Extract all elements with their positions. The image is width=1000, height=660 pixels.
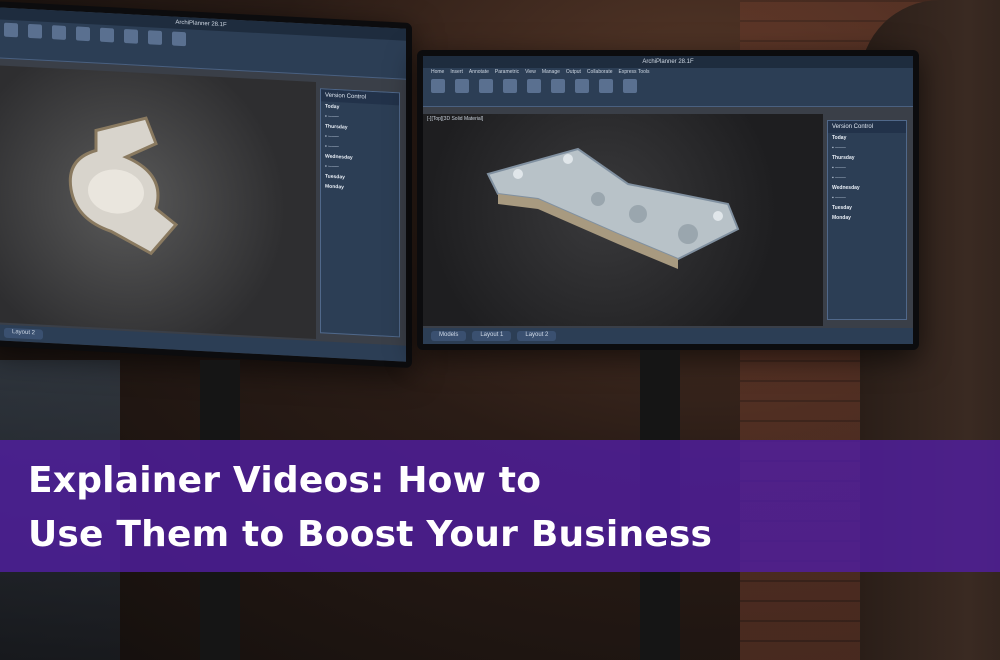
3d-bracket-model: [68, 116, 179, 256]
ribbon-tool-icon: [148, 30, 162, 45]
ribbon-tool-icon: [527, 79, 541, 93]
title-banner: Explainer Videos: How to Use Them to Boo…: [0, 440, 1000, 572]
headline-line-2: Use Them to Boost Your Business: [28, 514, 713, 555]
ribbon-tool-icon: [76, 26, 90, 42]
ribbon-tool-icon: [599, 79, 613, 93]
ribbon-tool-icon: [575, 79, 589, 93]
ribbon-tool-icon: [4, 22, 18, 38]
ribbon-tool-icon: [455, 79, 469, 93]
ribbon-tab-parametric[interactable]: Parametric: [495, 69, 519, 75]
viewport-label: [-][Top][3D Solid Material]: [427, 116, 484, 122]
version-item[interactable]: ▪ ───: [828, 173, 906, 183]
3d-metal-plate-model: [486, 147, 740, 269]
ribbon-tool-icon: [172, 31, 186, 47]
ribbon-tab-output[interactable]: Output: [566, 69, 581, 75]
version-group[interactable]: Wednesday: [828, 183, 906, 193]
version-item[interactable]: ▪ ───: [828, 163, 906, 173]
right-status-bar: Models Layout 1 Layout 2: [423, 328, 913, 344]
layout-2-tab[interactable]: Layout 2: [517, 331, 557, 341]
ribbon-tool-icon: [479, 79, 493, 93]
ribbon-tool-icon: [28, 23, 42, 39]
right-panel-title: Version Control: [828, 121, 906, 133]
left-monitor: ArchiPlanner 28.1F Version Control Today…: [0, 0, 412, 369]
ribbon-tool-icon: [503, 79, 517, 93]
models-tab[interactable]: Models: [431, 331, 467, 341]
ribbon-tool-icon: [52, 25, 66, 40]
right-version-control-panel: Version Control Today ▪ ─── Thursday ▪ ─…: [827, 120, 907, 320]
version-group[interactable]: Monday: [828, 213, 906, 223]
version-item[interactable]: ▪ ───: [828, 143, 906, 153]
ribbon-tab-annotate[interactable]: Annotate: [469, 69, 489, 75]
right-3d-viewport: [-][Top][3D Solid Material]: [423, 114, 823, 326]
left-version-control-panel: Version Control Today ▪ ─── Thursday ▪ ─…: [320, 88, 400, 338]
headline-line-1: Explainer Videos: How to: [28, 460, 542, 501]
left-3d-viewport: [0, 65, 316, 340]
version-group[interactable]: Today: [828, 133, 906, 143]
version-group[interactable]: Thursday: [828, 153, 906, 163]
ribbon-tab-home[interactable]: Home: [431, 69, 444, 75]
ribbon-tab-insert[interactable]: Insert: [450, 69, 463, 75]
ribbon-tab-manage[interactable]: Manage: [542, 69, 560, 75]
layout-1-tab[interactable]: Layout 1: [472, 331, 512, 341]
version-group[interactable]: Tuesday: [828, 203, 906, 213]
left-monitor-screen: ArchiPlanner 28.1F Version Control Today…: [0, 7, 406, 362]
ribbon-tab-collaborate[interactable]: Collaborate: [587, 69, 613, 75]
right-monitor: ArchiPlanner 28.1F Home Insert Annotate …: [417, 50, 919, 350]
ribbon-tool-icon: [431, 79, 445, 93]
ribbon-tab-view[interactable]: View: [525, 69, 536, 75]
layout-tab[interactable]: Layout 2: [4, 327, 44, 340]
ribbon-tool-icon: [100, 27, 114, 43]
version-item[interactable]: ▪ ───: [828, 193, 906, 203]
headline: Explainer Videos: How to Use Them to Boo…: [28, 454, 712, 562]
ribbon-tab-express-tools[interactable]: Express Tools: [619, 69, 650, 75]
right-cad-ribbon: ArchiPlanner 28.1F Home Insert Annotate …: [423, 56, 913, 107]
ribbon-tool-icon: [623, 79, 637, 93]
ribbon-tool-icon: [124, 28, 138, 44]
right-monitor-screen: ArchiPlanner 28.1F Home Insert Annotate …: [423, 56, 913, 344]
right-app-title: ArchiPlanner 28.1F: [423, 56, 913, 68]
ribbon-tool-icon: [551, 79, 565, 93]
